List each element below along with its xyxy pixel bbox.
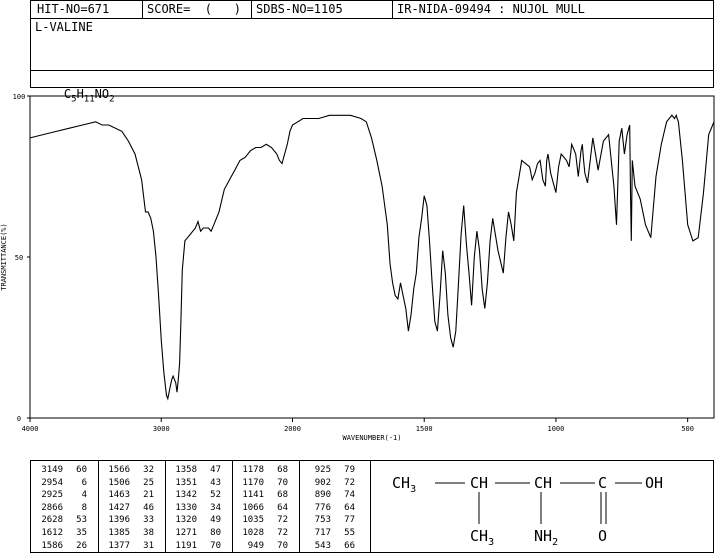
x-tick-label: 1500 xyxy=(416,425,433,433)
peak-wavenumber: 1271 xyxy=(175,528,197,538)
x-tick-label: 2000 xyxy=(284,425,301,433)
peak-transmittance: 25 xyxy=(143,477,154,488)
spectrum-line xyxy=(29,113,715,401)
peak-wavenumber: 902 xyxy=(314,477,331,488)
structure-ch-1: CH xyxy=(470,474,488,492)
structure-ch-2: CH xyxy=(534,474,552,492)
peak-wavenumber: 1566 xyxy=(108,465,130,475)
peak-wavenumber: 949 xyxy=(247,540,264,551)
peak-transmittance: 72 xyxy=(277,528,288,538)
peak-transmittance: 47 xyxy=(210,465,221,475)
peak-wavenumber: 1427 xyxy=(108,502,130,513)
peak-transmittance: 31 xyxy=(143,540,154,551)
x-axis-label: WAVENUMBER(-1) xyxy=(342,434,401,442)
peak-wavenumber: 1178 xyxy=(242,465,264,475)
peak-wavenumber: 1330 xyxy=(175,502,197,513)
peak-transmittance: 33 xyxy=(143,515,154,526)
peak-transmittance: 64 xyxy=(344,502,355,513)
structure-o: O xyxy=(598,527,607,545)
peak-transmittance: 72 xyxy=(344,477,355,488)
peak-wavenumber: 1141 xyxy=(242,490,264,501)
peak-wavenumber: 1320 xyxy=(175,515,197,526)
peak-transmittance: 79 xyxy=(344,465,355,475)
peak-transmittance: 32 xyxy=(143,465,154,475)
structure-nh2: NH2 xyxy=(534,527,558,548)
y-tick-label: 100 xyxy=(13,93,26,101)
peak-transmittance: 52 xyxy=(210,490,221,501)
peak-transmittance: 70 xyxy=(277,540,288,551)
peak-wavenumber: 2954 xyxy=(41,477,63,488)
peak-transmittance: 74 xyxy=(344,490,355,501)
peak-wavenumber: 1066 xyxy=(242,502,264,513)
structure-diagram: CH3 CH CH C OH CH3 NH2 O xyxy=(392,474,663,548)
peak-transmittance: 38 xyxy=(143,528,154,538)
peak-transmittance: 72 xyxy=(277,515,288,526)
peak-transmittance: 6 xyxy=(81,477,87,488)
peak-wavenumber: 543 xyxy=(314,540,331,551)
x-tick-label: 500 xyxy=(681,425,694,433)
y-tick-label: 50 xyxy=(15,254,23,262)
peak-transmittance: 34 xyxy=(210,502,221,513)
structure-c: C xyxy=(598,474,607,492)
peak-transmittance: 68 xyxy=(277,465,288,475)
peak-wavenumber: 1506 xyxy=(108,477,130,488)
x-tick-label: 1000 xyxy=(548,425,565,433)
peak-transmittance: 77 xyxy=(344,515,355,526)
peak-wavenumber: 1028 xyxy=(242,528,264,538)
peak-transmittance: 35 xyxy=(76,528,87,538)
peak-transmittance: 55 xyxy=(344,528,355,538)
peak-wavenumber: 753 xyxy=(314,515,331,526)
peak-transmittance: 43 xyxy=(210,477,221,488)
peak-wavenumber: 3149 xyxy=(41,465,63,475)
peak-wavenumber: 2866 xyxy=(41,502,63,513)
peak-wavenumber: 1358 xyxy=(175,465,197,475)
peak-wavenumber: 717 xyxy=(314,528,331,538)
peak-wavenumber: 2628 xyxy=(41,515,63,526)
peak-wavenumber: 1035 xyxy=(242,515,264,526)
peak-wavenumber: 776 xyxy=(314,502,331,513)
peak-wavenumber: 925 xyxy=(314,465,331,475)
peak-transmittance: 70 xyxy=(277,477,288,488)
peak-transmittance: 4 xyxy=(81,490,87,501)
structure-ch3-left: CH3 xyxy=(392,474,416,495)
peak-wavenumber: 1377 xyxy=(108,540,130,551)
y-tick-label: 0 xyxy=(17,415,21,423)
ir-spectrum-chart: 0 50 100 4000 3000 2000 1500 1000 500 TRANSMITT… xyxy=(0,93,715,442)
peak-wavenumber: 1463 xyxy=(108,490,130,501)
peak-transmittance: 66 xyxy=(344,540,355,551)
peak-wavenumber: 2925 xyxy=(41,490,63,501)
peak-transmittance: 49 xyxy=(210,515,221,526)
structure-ch3-bottom: CH3 xyxy=(470,527,494,548)
peak-transmittance: 21 xyxy=(143,490,154,501)
peak-transmittance: 64 xyxy=(277,502,288,513)
y-axis-label: TRANSMITTANCE(%) xyxy=(0,223,8,290)
peak-transmittance: 60 xyxy=(76,465,87,475)
peak-transmittance: 70 xyxy=(210,540,221,551)
peak-wavenumber: 1351 xyxy=(175,477,197,488)
peak-transmittance: 53 xyxy=(76,515,87,526)
peak-wavenumber: 1385 xyxy=(108,528,130,538)
x-tick-label: 4000 xyxy=(22,425,39,433)
peak-wavenumber: 890 xyxy=(314,490,331,501)
peak-wavenumber: 1342 xyxy=(175,490,197,501)
peak-wavenumber: 1612 xyxy=(41,528,63,538)
plot-frame xyxy=(29,95,715,419)
peak-wavenumber: 1170 xyxy=(242,477,264,488)
peak-transmittance: 8 xyxy=(81,502,87,513)
peak-wavenumber: 1191 xyxy=(175,540,197,551)
peak-wavenumber: 1586 xyxy=(41,540,63,551)
structure-oh: OH xyxy=(645,474,663,492)
peak-wavenumber: 1396 xyxy=(108,515,130,526)
peak-transmittance: 68 xyxy=(277,490,288,501)
peak-transmittance: 46 xyxy=(143,502,154,513)
peak-transmittance: 80 xyxy=(210,528,221,538)
peak-transmittance: 26 xyxy=(76,540,87,551)
x-tick-label: 3000 xyxy=(153,425,170,433)
